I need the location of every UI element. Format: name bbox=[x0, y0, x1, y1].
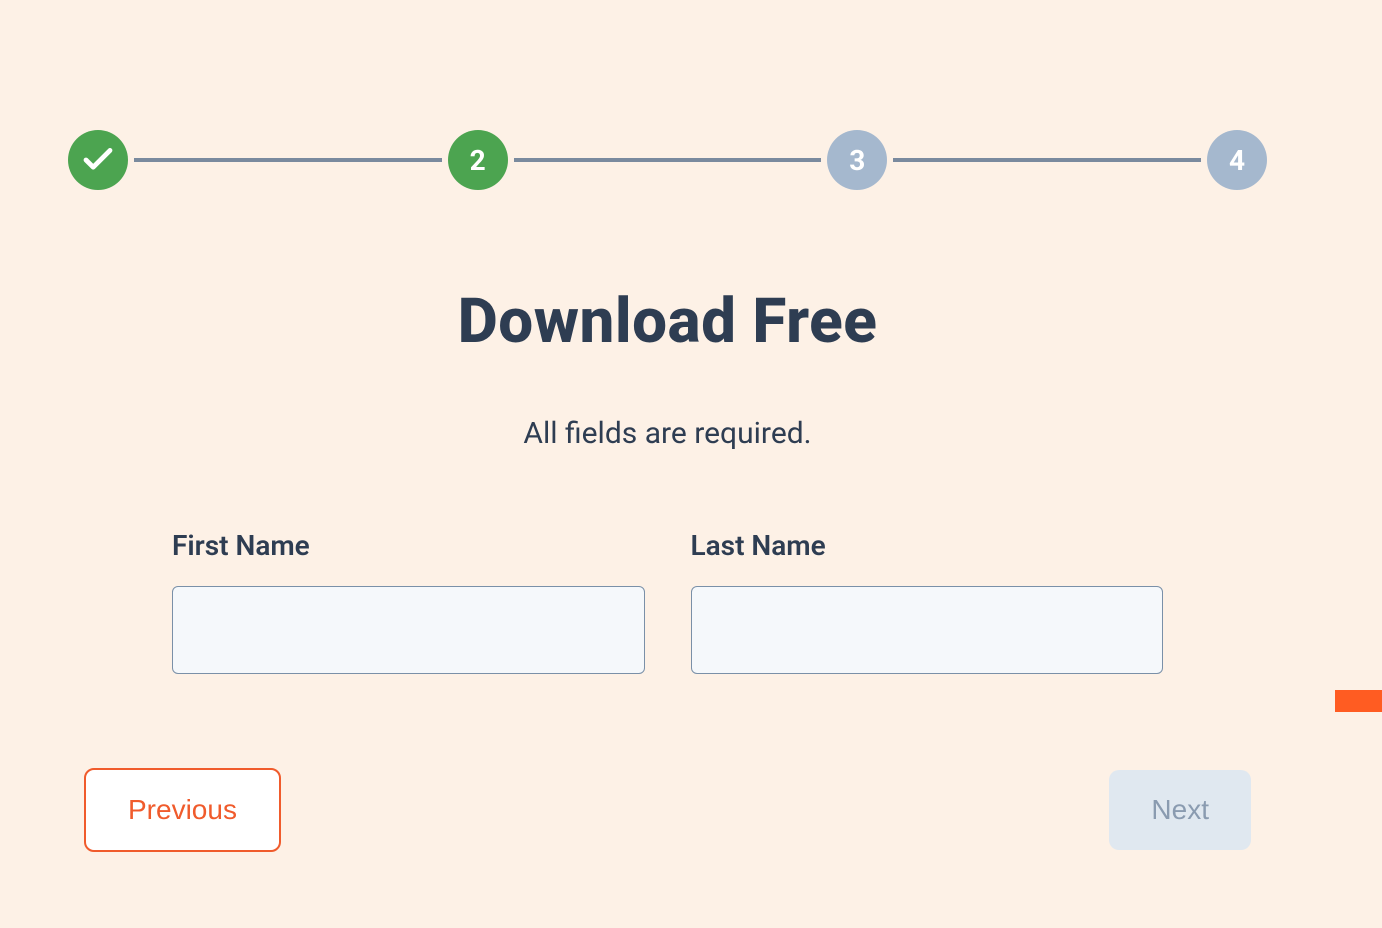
step-2-circle: 2 bbox=[448, 130, 508, 190]
checkmark-icon bbox=[83, 148, 113, 172]
accent-bar bbox=[1335, 690, 1382, 712]
step-line-1 bbox=[134, 158, 442, 162]
page-title: Download Free bbox=[0, 285, 1335, 358]
download-form-container: 2 3 4 Download Free All fields are requi… bbox=[0, 0, 1335, 928]
last-name-label: Last Name bbox=[691, 529, 1164, 562]
step-3-circle: 3 bbox=[827, 130, 887, 190]
step-line-2 bbox=[514, 158, 822, 162]
step-line-3 bbox=[893, 158, 1201, 162]
first-name-input[interactable] bbox=[172, 586, 645, 674]
first-name-label: First Name bbox=[172, 529, 645, 562]
last-name-input[interactable] bbox=[691, 586, 1164, 674]
step-2-label: 2 bbox=[470, 144, 486, 177]
form-row: First Name Last Name bbox=[0, 451, 1335, 674]
first-name-group: First Name bbox=[172, 529, 645, 674]
step-3-label: 3 bbox=[849, 144, 865, 177]
step-4-label: 4 bbox=[1229, 144, 1245, 177]
page-subtitle: All fields are required. bbox=[0, 416, 1335, 451]
button-row: Previous Next bbox=[0, 674, 1335, 852]
last-name-group: Last Name bbox=[691, 529, 1164, 674]
form-content: Download Free All fields are required. F… bbox=[0, 190, 1335, 852]
progress-stepper: 2 3 4 bbox=[0, 0, 1335, 190]
step-4-circle: 4 bbox=[1207, 130, 1267, 190]
previous-button[interactable]: Previous bbox=[84, 768, 281, 852]
next-button[interactable]: Next bbox=[1109, 770, 1251, 850]
step-1-circle bbox=[68, 130, 128, 190]
